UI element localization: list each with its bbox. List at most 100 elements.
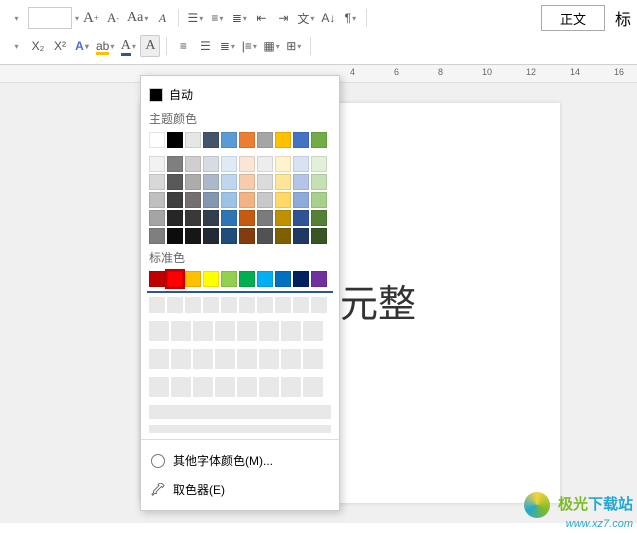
recent-color-slot[interactable] — [239, 297, 255, 313]
decrease-font-button[interactable]: A- — [103, 7, 123, 29]
recent-color-slot[interactable] — [303, 349, 323, 369]
clear-format-button[interactable]: A — [140, 35, 160, 57]
recent-color-slot[interactable] — [257, 297, 273, 313]
recent-color-slot[interactable] — [149, 349, 169, 369]
standard-color-swatch[interactable] — [167, 271, 183, 287]
increase-font-button[interactable]: A+ — [81, 7, 101, 29]
paste-button[interactable]: ▾ — [6, 35, 26, 57]
color-swatch[interactable] — [257, 132, 273, 148]
color-swatch[interactable] — [311, 192, 327, 208]
color-swatch[interactable] — [257, 210, 273, 226]
color-swatch[interactable] — [239, 210, 255, 226]
recent-color-slot[interactable] — [193, 321, 213, 341]
color-swatch[interactable] — [221, 174, 237, 190]
standard-color-swatch[interactable] — [311, 271, 327, 287]
color-swatch[interactable] — [275, 174, 291, 190]
line-spacing-button[interactable]: |≡▾ — [239, 35, 259, 57]
recent-color-slot[interactable] — [293, 297, 309, 313]
recent-color-slot[interactable] — [303, 321, 323, 341]
color-swatch[interactable] — [275, 228, 291, 244]
multilevel-button[interactable]: ≣▾ — [229, 7, 249, 29]
style-heading-partial[interactable]: 标 — [615, 6, 631, 30]
recent-color-slot[interactable] — [311, 297, 327, 313]
color-swatch[interactable] — [221, 228, 237, 244]
recent-color-slot[interactable] — [185, 297, 201, 313]
color-swatch[interactable] — [203, 156, 219, 172]
color-swatch[interactable] — [185, 210, 201, 226]
recent-color-slot[interactable] — [203, 297, 219, 313]
recent-color-slot[interactable] — [275, 297, 291, 313]
font-size-caret[interactable]: ▾ — [75, 14, 79, 23]
recent-color-slot[interactable] — [237, 321, 257, 341]
recent-color-slot[interactable] — [167, 297, 183, 313]
recent-color-slot[interactable] — [281, 321, 301, 341]
superscript-button[interactable]: X² — [50, 35, 70, 57]
recent-color-slot[interactable] — [221, 297, 237, 313]
auto-color-row[interactable]: 自动 — [147, 82, 333, 107]
color-swatch[interactable] — [293, 174, 309, 190]
align-left-button[interactable]: ≡ — [173, 35, 193, 57]
recent-color-slot[interactable] — [303, 377, 323, 397]
color-swatch[interactable] — [257, 228, 273, 244]
color-swatch[interactable] — [293, 156, 309, 172]
subscript-button[interactable]: X₂ — [28, 35, 48, 57]
recent-color-slot[interactable] — [193, 349, 213, 369]
bullets-button[interactable]: ☰▾ — [185, 7, 205, 29]
highlight-button[interactable]: ab▾ — [94, 35, 116, 57]
sort-button[interactable]: A↓ — [318, 7, 338, 29]
standard-color-swatch[interactable] — [203, 271, 219, 287]
eyedropper-action[interactable]: 取色器(E) — [147, 475, 333, 504]
color-swatch[interactable] — [149, 228, 165, 244]
borders-button[interactable]: ⊞▾ — [284, 35, 304, 57]
color-swatch[interactable] — [185, 192, 201, 208]
color-swatch[interactable] — [239, 174, 255, 190]
numbering-button[interactable]: ≡▾ — [207, 7, 227, 29]
gradient-bar-2[interactable] — [149, 425, 331, 433]
color-swatch[interactable] — [167, 228, 183, 244]
color-swatch[interactable] — [149, 156, 165, 172]
color-swatch[interactable] — [203, 192, 219, 208]
font-size-box[interactable] — [28, 7, 72, 29]
color-swatch[interactable] — [239, 156, 255, 172]
recent-color-slot[interactable] — [259, 377, 279, 397]
recent-color-slot[interactable] — [215, 321, 235, 341]
standard-color-swatch[interactable] — [257, 271, 273, 287]
color-swatch[interactable] — [149, 192, 165, 208]
color-swatch[interactable] — [311, 132, 327, 148]
recent-color-slot[interactable] — [237, 377, 257, 397]
recent-color-slot[interactable] — [259, 321, 279, 341]
color-swatch[interactable] — [167, 192, 183, 208]
color-swatch[interactable] — [239, 192, 255, 208]
color-swatch[interactable] — [293, 210, 309, 226]
color-swatch[interactable] — [257, 156, 273, 172]
color-swatch[interactable] — [203, 174, 219, 190]
color-swatch[interactable] — [221, 192, 237, 208]
standard-color-swatch[interactable] — [149, 271, 165, 287]
color-swatch[interactable] — [149, 210, 165, 226]
color-swatch[interactable] — [275, 156, 291, 172]
decrease-indent-button[interactable]: ⇤ — [251, 7, 271, 29]
color-swatch[interactable] — [203, 228, 219, 244]
color-swatch[interactable] — [275, 210, 291, 226]
color-swatch[interactable] — [275, 132, 291, 148]
color-swatch[interactable] — [311, 228, 327, 244]
style-normal[interactable]: 正文 — [541, 5, 605, 31]
text-effects-button[interactable]: A▾ — [72, 35, 92, 57]
recent-color-slot[interactable] — [149, 377, 169, 397]
recent-color-slot[interactable] — [149, 297, 165, 313]
color-swatch[interactable] — [275, 192, 291, 208]
color-swatch[interactable] — [239, 228, 255, 244]
color-swatch[interactable] — [311, 174, 327, 190]
recent-color-slot[interactable] — [171, 377, 191, 397]
font-color-button[interactable]: A▾ — [118, 35, 138, 57]
color-swatch[interactable] — [167, 210, 183, 226]
more-colors-action[interactable]: 其他字体颜色(M)... — [147, 446, 333, 475]
increase-indent-button[interactable]: ⇥ — [273, 7, 293, 29]
color-swatch[interactable] — [185, 174, 201, 190]
standard-color-swatch[interactable] — [185, 271, 201, 287]
standard-color-swatch[interactable] — [293, 271, 309, 287]
recent-color-slot[interactable] — [171, 349, 191, 369]
color-swatch[interactable] — [311, 210, 327, 226]
paragraph-mark-button[interactable]: ¶▾ — [340, 7, 360, 29]
recent-color-slot[interactable] — [237, 349, 257, 369]
